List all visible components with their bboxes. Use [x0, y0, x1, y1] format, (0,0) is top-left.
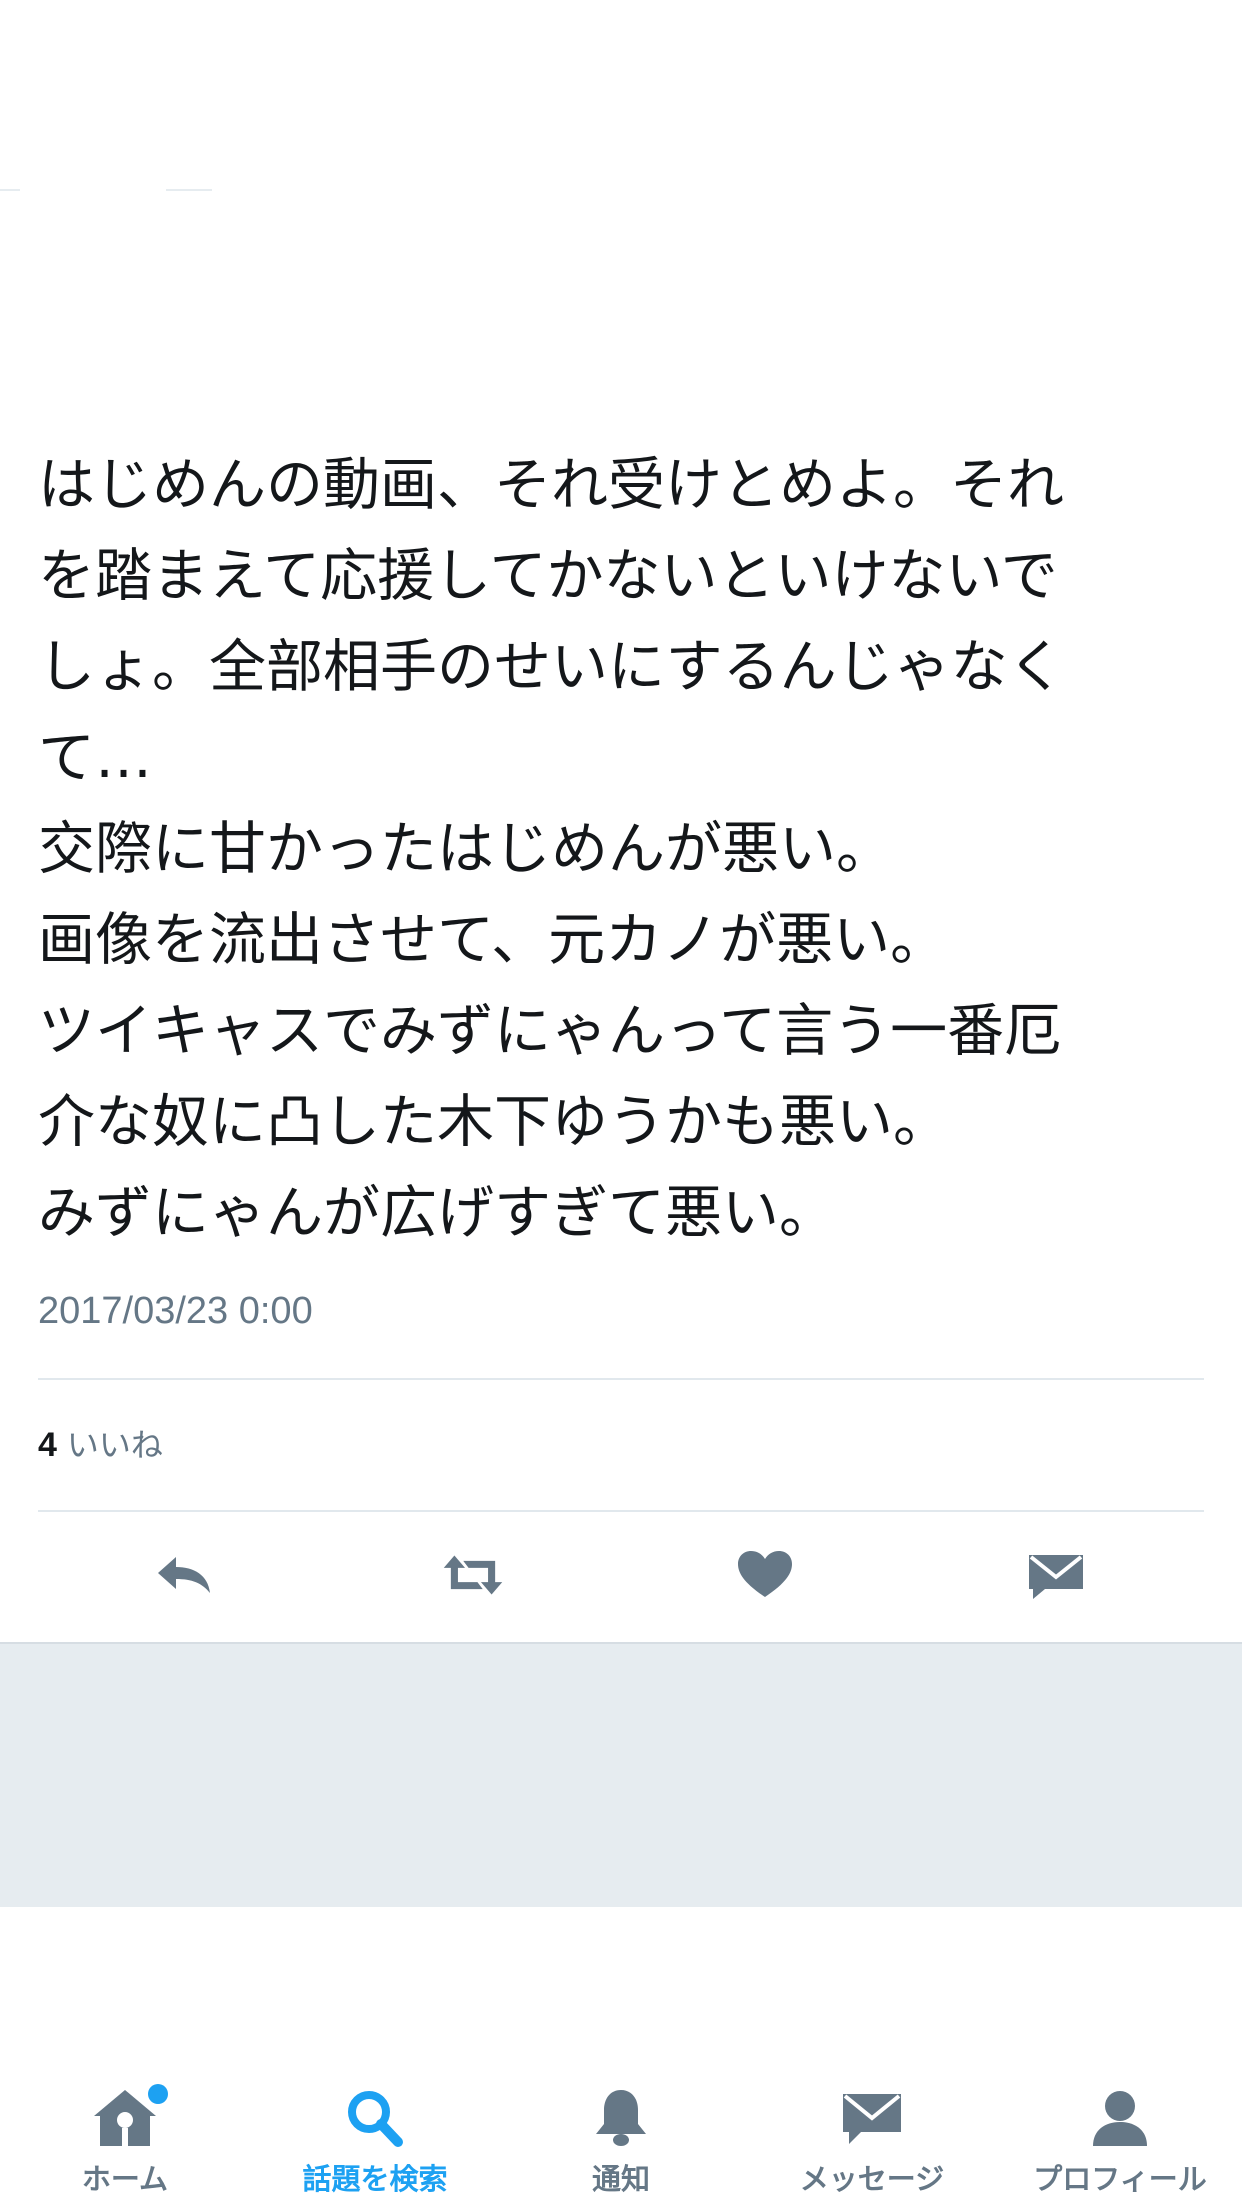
- likes-count: 4: [38, 1426, 57, 1464]
- reply-icon: [158, 1557, 210, 1593]
- home-icon-wrap: [90, 2084, 168, 2150]
- bottom-tab-bar: ホーム 話題を検索 通知 メッセージ プロフィール: [0, 2078, 1242, 2208]
- tweet-text-line: 介な奴に凸した木下ゆうかも悪い。: [38, 1089, 950, 1155]
- profile-icon-wrap: [1085, 2086, 1155, 2150]
- tab-messages-label: メッセージ: [799, 2162, 945, 2196]
- tweet-text-line: て…: [38, 725, 152, 791]
- tweet-text-line: はじめんの動画、それ受けとめよ。それ: [38, 452, 1064, 518]
- envelope-icon: [843, 2094, 901, 2144]
- tweet-text-line: ツイキャスでみずにゃんって言う一番厄: [38, 998, 1062, 1064]
- direct-message-icon: [1029, 1555, 1083, 1599]
- direct-message-button[interactable]: [1016, 1540, 1096, 1610]
- tweet-timestamp[interactable]: 2017/03/23 0:00: [38, 1290, 313, 1333]
- likes-label: いいね: [66, 1426, 163, 1464]
- reply-button[interactable]: [145, 1540, 225, 1610]
- top-hairline-right: [166, 189, 212, 191]
- tab-profile[interactable]: プロフィール: [1028, 2078, 1212, 2208]
- tab-notifications-label: 通知: [591, 2162, 650, 2196]
- tab-profile-label: プロフィール: [1033, 2162, 1207, 2196]
- top-hairline-left: [0, 189, 20, 191]
- timeline-gap: [0, 1642, 1242, 1907]
- search-icon-wrap: [340, 2086, 410, 2150]
- retweet-icon: [443, 1555, 503, 1595]
- profile-icon: [1093, 2091, 1147, 2146]
- tab-home[interactable]: ホーム: [55, 2078, 195, 2208]
- like-icon: [738, 1551, 792, 1597]
- tab-search-label: 話題を検索: [302, 2162, 448, 2196]
- tab-messages[interactable]: メッセージ: [792, 2078, 952, 2208]
- envelope-icon-wrap: [837, 2086, 907, 2150]
- tweet-text: はじめんの動画、それ受けとめよ。それ を踏まえて応援してかないといけないで しょ…: [38, 440, 1208, 1259]
- search-icon: [348, 2091, 403, 2147]
- tweet-actions: [0, 1540, 1242, 1610]
- tweet-text-line: しょ。全部相手のせいにするんじゃなく: [38, 634, 1065, 700]
- bell-icon-wrap: [586, 2086, 656, 2150]
- tweet-text-line: を踏まえて応援してかないといけないで: [38, 543, 1058, 609]
- likes-summary[interactable]: 4 いいね: [38, 1420, 163, 1466]
- divider: [38, 1510, 1204, 1512]
- tab-search[interactable]: 話題を検索: [292, 2078, 458, 2208]
- bell-icon: [596, 2090, 646, 2146]
- notification-dot: [148, 2084, 168, 2104]
- tweet-text-line: 画像を流出させて、元カノが悪い。: [38, 907, 948, 973]
- tweet-text-line: 交際に甘かったはじめんが悪い。: [38, 816, 893, 882]
- retweet-button[interactable]: [433, 1540, 513, 1610]
- tab-notifications[interactable]: 通知: [576, 2078, 666, 2208]
- tab-home-label: ホーム: [81, 2162, 169, 2196]
- like-button[interactable]: [725, 1540, 805, 1610]
- divider: [38, 1378, 1204, 1380]
- tweet-text-line: みずにゃんが広げすぎて悪い。: [38, 1180, 836, 1246]
